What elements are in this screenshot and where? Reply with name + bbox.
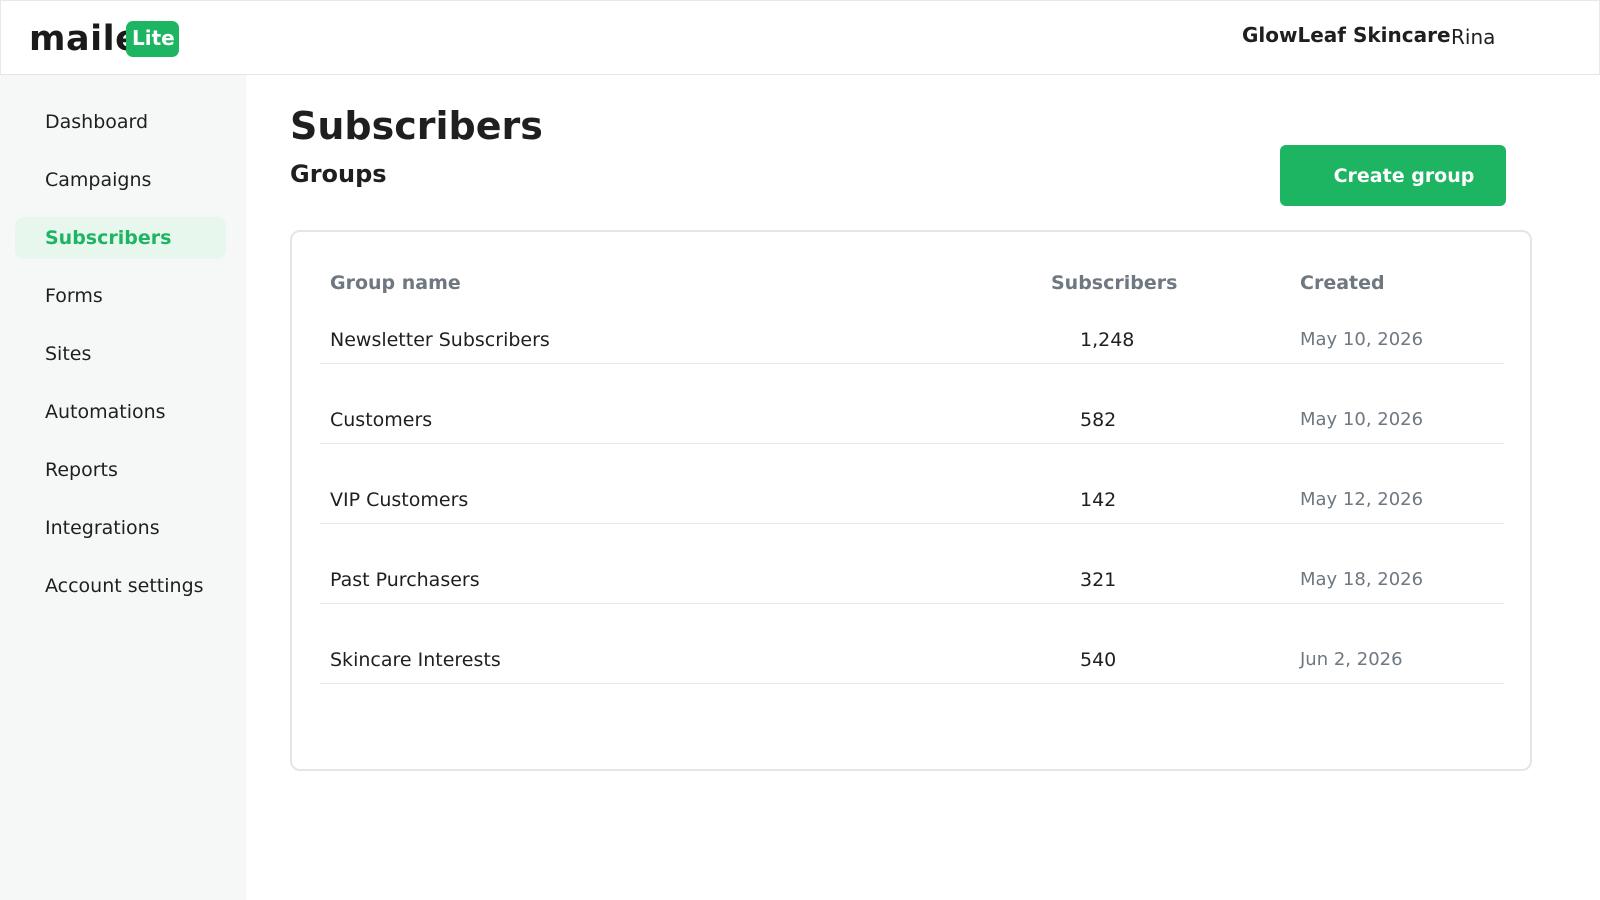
- page-title: Subscribers: [290, 104, 543, 148]
- sidebar-item-campaigns[interactable]: Campaigns: [15, 159, 226, 201]
- group-name[interactable]: Skincare Interests: [330, 649, 501, 671]
- sidebar-item-forms[interactable]: Forms: [15, 275, 226, 317]
- created-date: Jun 2, 2026: [1300, 649, 1403, 670]
- table-row[interactable]: Customers 582 May 10, 2026: [320, 364, 1504, 444]
- table-row[interactable]: VIP Customers 142 May 12, 2026: [320, 444, 1504, 524]
- group-name[interactable]: Past Purchasers: [330, 569, 480, 591]
- created-date: May 12, 2026: [1300, 489, 1424, 510]
- user-menu[interactable]: Rina: [1451, 25, 1495, 49]
- sidebar-item-label: Sites: [45, 343, 92, 365]
- sidebar-item-label: Campaigns: [45, 169, 152, 191]
- sidebar-item-label: Automations: [45, 401, 166, 423]
- sidebar-item-label: Reports: [45, 459, 118, 481]
- created-date: May 10, 2026: [1300, 329, 1424, 350]
- subscriber-count: 1,248: [1080, 329, 1135, 351]
- subscriber-count: 321: [1080, 569, 1117, 591]
- group-name[interactable]: Newsletter Subscribers: [330, 329, 550, 351]
- sidebar-item-label: Integrations: [45, 517, 160, 539]
- group-name[interactable]: Customers: [330, 409, 432, 431]
- app-logo[interactable]: maile Lite: [29, 19, 179, 59]
- sidebar-item-integrations[interactable]: Integrations: [15, 507, 226, 549]
- table-row[interactable]: Skincare Interests 540 Jun 2, 2026: [320, 604, 1504, 684]
- create-group-button[interactable]: Create group: [1280, 145, 1506, 206]
- groups-table: Group name Subscribers Created Newslette…: [290, 230, 1532, 771]
- sidebar-item-sites[interactable]: Sites: [15, 333, 226, 375]
- sidebar-item-subscribers[interactable]: Subscribers: [15, 217, 226, 259]
- created-date: May 10, 2026: [1300, 409, 1424, 430]
- subscriber-count: 540: [1080, 649, 1117, 671]
- sidebar-item-label: Forms: [45, 285, 103, 307]
- section-title: Groups: [290, 160, 387, 188]
- sidebar-item-automations[interactable]: Automations: [15, 391, 226, 433]
- company-name[interactable]: GlowLeaf Skincare: [1242, 23, 1451, 47]
- sidebar-item-label: Dashboard: [45, 111, 149, 133]
- sidebar: Dashboard Campaigns Subscribers Forms Si…: [0, 75, 246, 900]
- table-row[interactable]: Newsletter Subscribers 1,248 May 10, 202…: [320, 284, 1504, 364]
- group-name[interactable]: VIP Customers: [330, 489, 468, 511]
- created-date: May 18, 2026: [1300, 569, 1424, 590]
- subscriber-count: 582: [1080, 409, 1117, 431]
- subscriber-count: 142: [1080, 489, 1117, 511]
- sidebar-item-dashboard[interactable]: Dashboard: [15, 101, 226, 143]
- sidebar-item-reports[interactable]: Reports: [15, 449, 226, 491]
- top-bar: maile Lite GlowLeaf Skincare Rina: [0, 0, 1600, 75]
- sidebar-item-account-settings[interactable]: Account settings: [15, 565, 226, 607]
- logo-badge: Lite: [126, 21, 179, 57]
- table-row[interactable]: Past Purchasers 321 May 18, 2026: [320, 524, 1504, 604]
- sidebar-item-label: Account settings: [45, 575, 204, 597]
- sidebar-item-label: Subscribers: [45, 227, 172, 249]
- logo-text: maile: [29, 19, 140, 59]
